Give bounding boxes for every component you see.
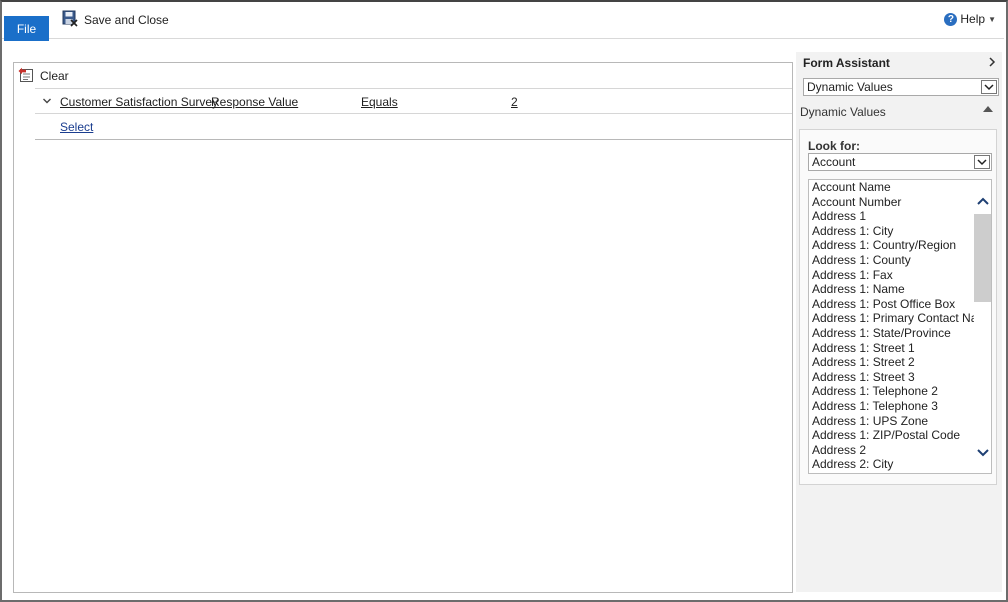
clear-icon [18,67,34,86]
fields-listbox[interactable]: Account Name Account Number Address 1 Addre… [808,179,992,474]
fields-scrollbar[interactable] [974,180,991,473]
chevron-down-icon[interactable] [42,95,52,105]
chevron-down-icon [981,80,997,94]
chevron-down-icon: ▼ [988,14,996,24]
field-list-item[interactable]: Address 1: Telephone 2 [809,384,991,399]
criteria-panel: Clear Customer Satisfaction Survey Respo… [13,62,793,593]
form-assistant-title: Form Assistant [803,56,890,70]
look-for-label: Look for: [808,139,860,153]
collapse-section-icon[interactable] [983,106,993,112]
collapse-panel-icon[interactable] [988,56,996,70]
field-list-item[interactable]: Address 1: County [809,253,991,268]
field-list-item[interactable]: Address 1: Country/Region [809,238,991,253]
field-list-item[interactable]: Address 1: Name [809,282,991,297]
save-and-close-button[interactable]: Save and Close [62,10,169,30]
field-list-item[interactable]: Address 1: Primary Contact Name [809,311,991,326]
criteria-value-link[interactable]: 2 [511,95,518,109]
field-list-item[interactable]: Address 1 [809,209,991,224]
scroll-down-icon[interactable] [976,446,989,459]
field-list-item[interactable]: Address 1: UPS Zone [809,414,991,429]
criteria-entity-link[interactable]: Customer Satisfaction Survey [60,95,218,109]
ribbon: File Save and Close ? Help ▼ [2,2,1004,41]
scroll-thumb[interactable] [974,214,991,302]
help-icon: ? [944,12,958,26]
clear-label: Clear [40,69,69,83]
look-for-value: Account [812,155,856,169]
assistant-mode-dropdown[interactable]: Dynamic Values [803,78,999,96]
field-list-item[interactable]: Address 1: Street 3 [809,370,991,385]
field-list-item[interactable]: Address 2: City [809,457,991,472]
assistant-mode-value: Dynamic Values [807,80,893,94]
criteria-operator-link[interactable]: Equals [361,95,398,109]
scroll-up-icon[interactable] [976,194,989,207]
help-label: Help [960,12,986,26]
field-list-item[interactable]: Address 1: Street 2 [809,355,991,370]
save-and-close-label: Save and Close [84,13,169,27]
criteria-field-link[interactable]: Response Value [211,95,298,109]
select-link[interactable]: Select [60,120,93,134]
field-list-item[interactable]: Account Number [809,195,991,210]
field-list-item[interactable]: Address 1: ZIP/Postal Code [809,428,991,443]
select-row: Select [35,114,792,140]
criteria-grid: Customer Satisfaction Survey Response Va… [35,88,792,140]
field-list-item[interactable]: Address 1: City [809,224,991,239]
file-tab[interactable]: File [4,16,49,41]
chevron-down-icon [974,155,990,169]
form-assistant-panel: Form Assistant Dynamic Values Dynamic Va… [796,52,1002,592]
look-for-dropdown[interactable]: Account [808,153,992,171]
criteria-row: Customer Satisfaction Survey Response Va… [35,89,792,114]
clear-button[interactable]: Clear [18,67,69,85]
field-list-item[interactable]: Account Name [809,180,991,195]
field-list-item[interactable]: Address 1: Telephone 3 [809,399,991,414]
help-menu[interactable]: ? Help ▼ [944,12,996,26]
field-list-item[interactable]: Address 1: State/Province [809,326,991,341]
dynamic-values-box: Look for: Account Account Name Account Nu… [799,129,997,485]
field-list-item[interactable]: Address 1: Fax [809,268,991,283]
field-list-item[interactable]: Address 1: Street 1 [809,341,991,356]
dynamic-values-section-label: Dynamic Values [800,105,886,119]
field-list-item[interactable]: Address 2 [809,443,991,458]
field-list-item[interactable]: Address 1: Post Office Box [809,297,991,312]
save-and-close-icon [62,10,78,30]
